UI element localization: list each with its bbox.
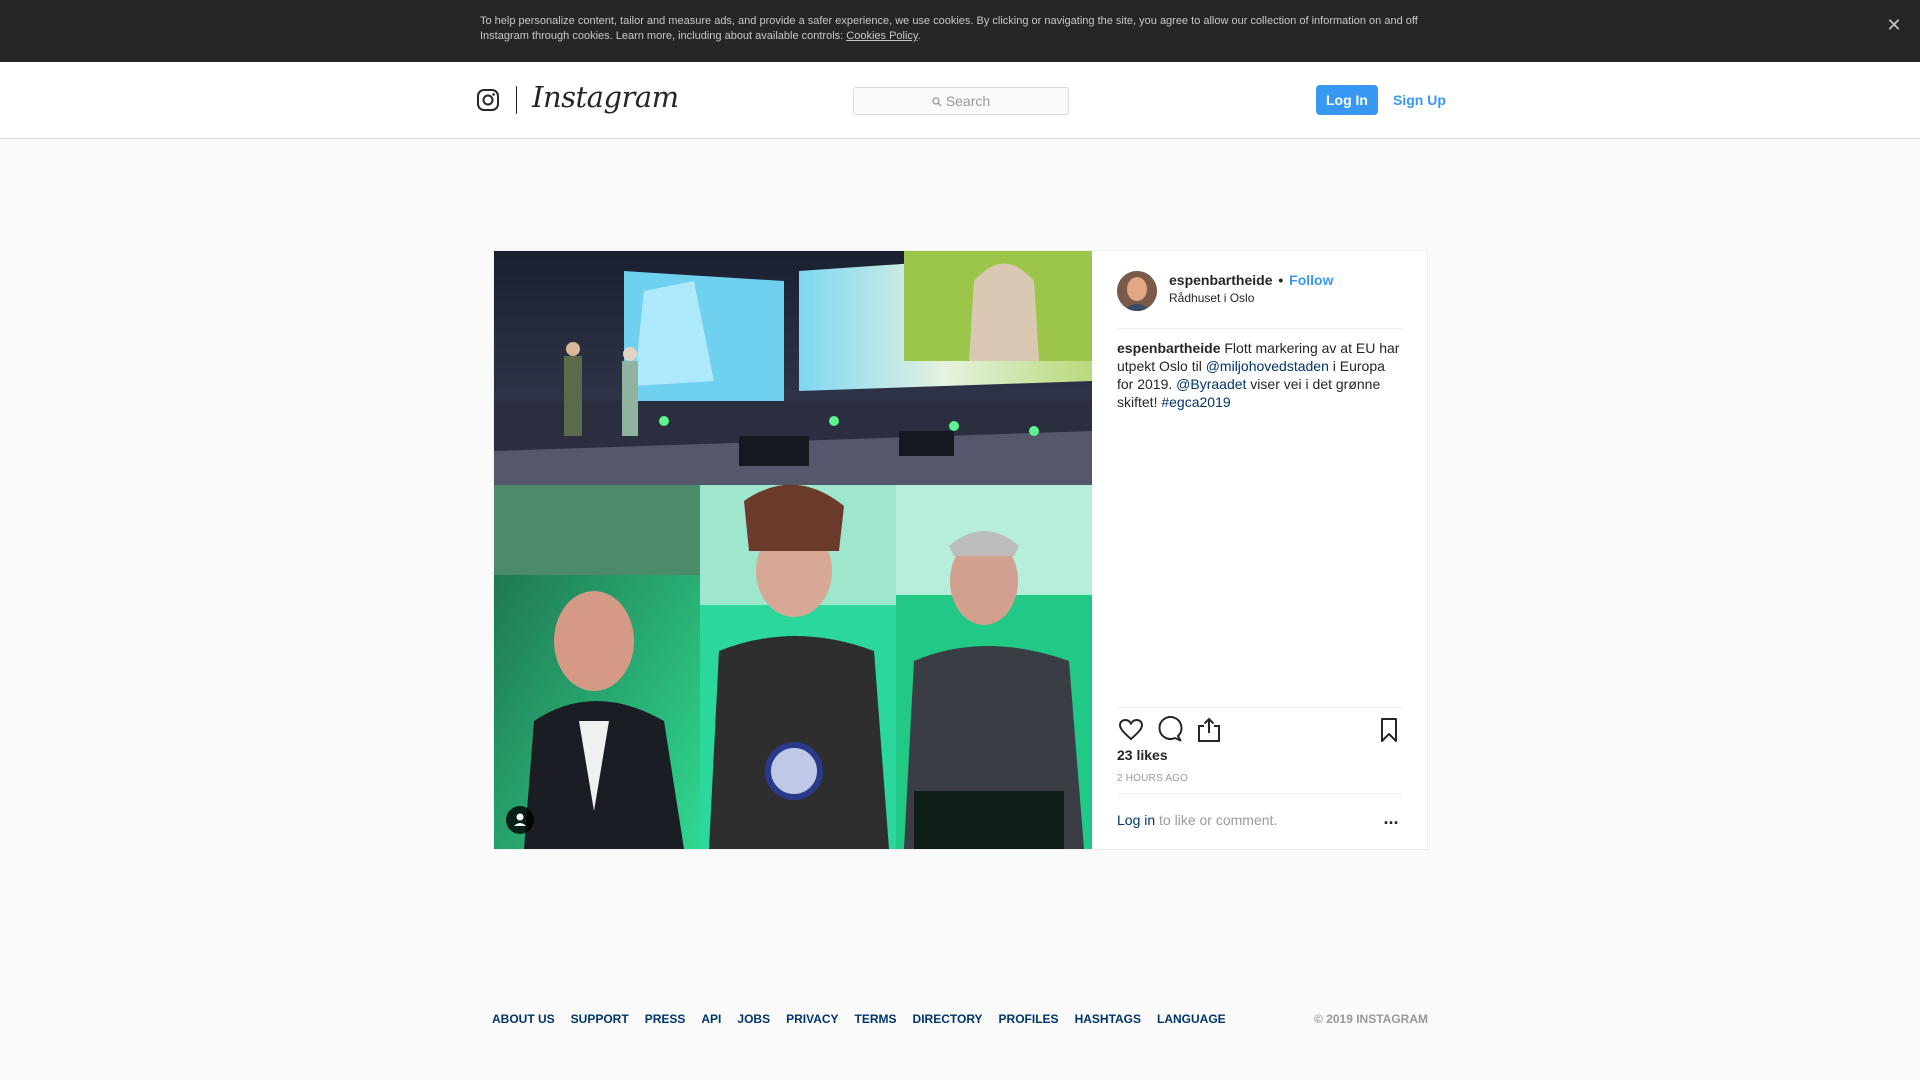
cookie-banner-trailing: .	[917, 30, 921, 42]
cookie-banner: To help personalize content, tailor and …	[0, 0, 1920, 62]
login-prompt: Log in to like or comment.	[1117, 812, 1277, 828]
caption-username[interactable]: espenbartheide	[1117, 340, 1220, 356]
footer-link-privacy[interactable]: PRIVACY	[786, 1012, 838, 1026]
separator-dot: •	[1278, 272, 1284, 288]
cookie-banner-text: To help personalize content, tailor and …	[480, 14, 1440, 44]
close-icon[interactable]: ✕	[1882, 13, 1906, 37]
comment-bar: Log in to like or comment. ...	[1117, 793, 1403, 849]
footer-link-jobs[interactable]: JOBS	[737, 1012, 770, 1026]
instagram-glyph-icon[interactable]	[476, 88, 500, 112]
mention-link[interactable]: @Byraadet	[1176, 376, 1246, 392]
post-location[interactable]: Rådhuset i Oslo	[1169, 291, 1254, 305]
footer: ABOUT US SUPPORT PRESS API JOBS PRIVACY TERMS D…	[492, 1012, 1428, 1032]
footer-link-profiles[interactable]: PROFILES	[999, 1012, 1059, 1026]
cookie-banner-message: To help personalize content, tailor and …	[480, 15, 1418, 42]
nav-divider	[516, 86, 517, 114]
post-timestamp[interactable]: 2 HOURS AGO	[1117, 773, 1188, 784]
bookmark-icon[interactable]	[1375, 716, 1403, 744]
avatar[interactable]	[1117, 271, 1157, 311]
search-placeholder: Search	[945, 93, 991, 109]
signup-link[interactable]: Sign Up	[1393, 85, 1446, 115]
post-photo[interactable]	[494, 251, 1092, 849]
footer-link-language[interactable]: LANGUAGE	[1157, 1012, 1226, 1026]
footer-link-about[interactable]: ABOUT US	[492, 1012, 555, 1026]
share-icon[interactable]	[1195, 716, 1223, 744]
user-icon	[514, 813, 526, 826]
search-icon	[932, 97, 942, 107]
tagged-users-icon[interactable]	[506, 806, 534, 834]
login-prompt-suffix: to like or comment.	[1155, 812, 1278, 828]
login-button[interactable]: Log In	[1316, 85, 1378, 115]
footer-link-support[interactable]: SUPPORT	[571, 1012, 629, 1026]
top-nav: Instagram Search Log In Sign Up	[0, 62, 1920, 139]
photo-collage	[494, 251, 1092, 849]
hashtag-link[interactable]: #egca2019	[1161, 394, 1230, 410]
heart-icon[interactable]	[1117, 716, 1145, 744]
search-placeholder-row: Search	[854, 88, 1068, 114]
post-username[interactable]: espenbartheide	[1169, 272, 1272, 288]
post-caption: espenbartheide Flott markering av at EU …	[1117, 339, 1403, 411]
cookies-policy-link[interactable]: Cookies Policy	[846, 30, 917, 42]
post-actions	[1117, 707, 1403, 751]
footer-links: ABOUT US SUPPORT PRESS API JOBS PRIVACY TERMS D…	[492, 1012, 1242, 1026]
login-link[interactable]: Log in	[1117, 812, 1155, 828]
footer-link-directory[interactable]: DIRECTORY	[913, 1012, 983, 1026]
footer-link-press[interactable]: PRESS	[645, 1012, 686, 1026]
post-header: espenbartheide • Follow Rådhuset i Oslo	[1117, 251, 1403, 329]
footer-link-hashtags[interactable]: HASHTAGS	[1075, 1012, 1141, 1026]
follow-button[interactable]: Follow	[1289, 272, 1333, 288]
more-options-icon[interactable]: ...	[1379, 809, 1403, 834]
avatar-image	[1117, 271, 1157, 311]
footer-link-terms[interactable]: TERMS	[855, 1012, 897, 1026]
author-line: espenbartheide • Follow	[1169, 272, 1334, 288]
post-sidebar: espenbartheide • Follow Rådhuset i Oslo …	[1093, 251, 1427, 849]
top-nav-inner: Instagram Search Log In Sign Up	[472, 62, 1448, 139]
mention-link[interactable]: @miljohovedstaden	[1206, 358, 1329, 374]
post-card: espenbartheide • Follow Rådhuset i Oslo …	[493, 250, 1428, 850]
instagram-wordmark[interactable]: Instagram	[532, 80, 679, 114]
copyright: © 2019 INSTAGRAM	[1314, 1012, 1428, 1026]
search-input[interactable]: Search	[853, 87, 1069, 115]
likes-count[interactable]: 23 likes	[1117, 747, 1168, 763]
comment-icon[interactable]	[1156, 716, 1184, 744]
footer-link-api[interactable]: API	[701, 1012, 721, 1026]
